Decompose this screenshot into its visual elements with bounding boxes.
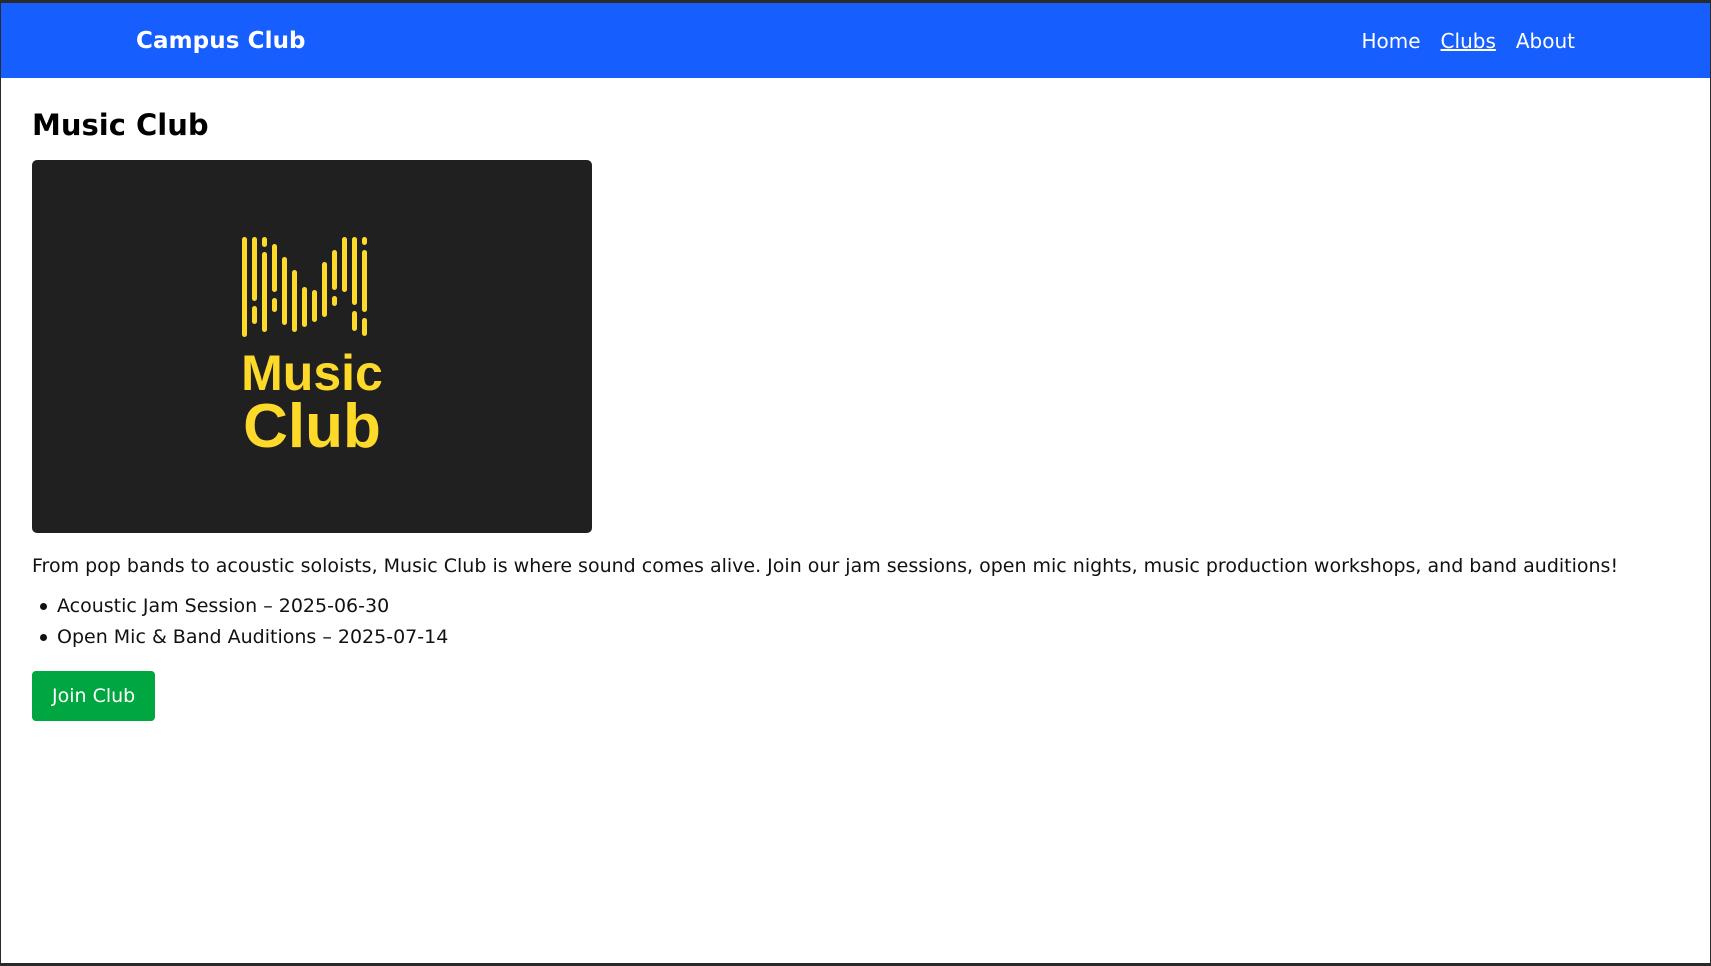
club-logo-image: Music Club xyxy=(32,160,592,533)
event-text: Acoustic Jam Session – 2025-06-30 xyxy=(57,595,390,617)
nav-link-home[interactable]: Home xyxy=(1361,29,1420,53)
navbar: Campus Club Home Clubs About xyxy=(1,3,1710,78)
browser-window: Campus Club Home Clubs About Music Club xyxy=(1,3,1710,963)
nav-link-about[interactable]: About xyxy=(1516,29,1575,53)
event-item: Open Mic & Band Auditions – 2025-07-14 xyxy=(32,622,1679,653)
bullet-icon xyxy=(40,634,47,641)
event-item: Acoustic Jam Session – 2025-06-30 xyxy=(32,591,1679,622)
events-list: Acoustic Jam Session – 2025-06-30 Open M… xyxy=(32,591,1679,653)
main-content: Music Club Music Club From pop bands to … xyxy=(1,78,1710,751)
nav-links: Home Clubs About xyxy=(1361,29,1575,53)
club-description: From pop bands to acoustic soloists, Mus… xyxy=(32,555,1619,577)
join-club-button[interactable]: Join Club xyxy=(32,671,156,721)
brand-link[interactable]: Campus Club xyxy=(136,28,306,54)
logo-text-club: Club xyxy=(243,392,381,461)
nav-link-clubs[interactable]: Clubs xyxy=(1441,29,1496,53)
bullet-icon xyxy=(40,603,47,610)
music-club-logo: Music Club xyxy=(241,236,383,461)
page-title: Music Club xyxy=(32,108,209,142)
event-text: Open Mic & Band Auditions – 2025-07-14 xyxy=(57,626,449,648)
